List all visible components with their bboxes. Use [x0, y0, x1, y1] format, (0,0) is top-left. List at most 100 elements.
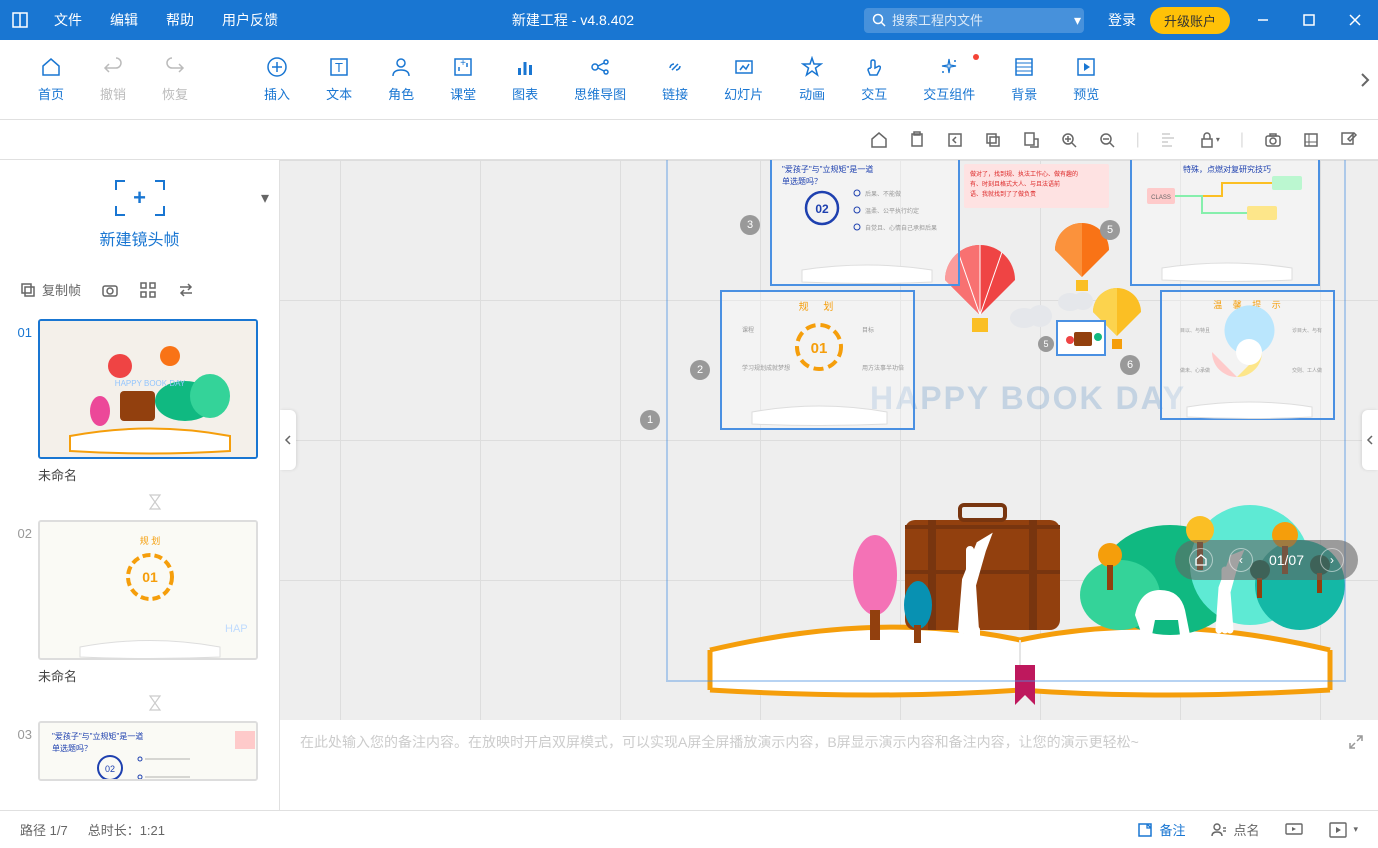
main-toolbar: 首页 撤销 恢复 插入 T 文本 角色 + 课堂 图表 — [0, 40, 1378, 120]
role-label: 角色 — [388, 84, 414, 103]
background-button[interactable]: 背景 — [993, 50, 1055, 109]
named-toggle[interactable]: 点名 — [1211, 820, 1259, 839]
interaction-button[interactable]: 交互 — [843, 50, 905, 109]
new-frame-button[interactable]: + 新建镜头帧 — [0, 160, 279, 270]
presentation-view-button[interactable] — [1285, 822, 1303, 838]
animation-button[interactable]: 动画 — [781, 50, 843, 109]
notes-placeholder: 在此处输入您的备注内容。在放映时开启双屏模式，可以实现A屏全屏播放演示内容，B屏… — [300, 734, 1139, 750]
text-icon: T — [328, 56, 350, 78]
redo-button[interactable]: 恢复 — [144, 50, 206, 109]
chart-label: 图表 — [512, 84, 538, 103]
page-home-button[interactable] — [1189, 548, 1213, 572]
minimize-button[interactable] — [1240, 0, 1286, 40]
frame-num: 1 — [640, 410, 660, 430]
mindmap-button[interactable]: 思维导图 — [556, 50, 644, 109]
slide-thumbnail[interactable]: HAPPY BOOK DAY — [38, 319, 258, 459]
link-icon — [664, 56, 686, 78]
canvas-content: HAPPY BOOK DAY — [480, 160, 1358, 700]
preview-button[interactable]: 预览 — [1055, 50, 1117, 109]
slide-item[interactable]: 02 01 规 划 HAP 未命名 — [8, 520, 271, 685]
page-next-button[interactable]: › — [1320, 548, 1344, 572]
new-frame-dropdown[interactable]: ▾ — [261, 188, 269, 208]
hourglass-icon — [38, 494, 271, 510]
role-button[interactable]: 角色 — [370, 50, 432, 109]
snapshot-button[interactable] — [101, 281, 119, 299]
collapse-left-button[interactable] — [280, 410, 296, 470]
svg-text:T: T — [335, 60, 343, 75]
home-button[interactable]: 首页 — [20, 50, 82, 109]
slide-num: 03 — [8, 721, 32, 781]
slide-thumbnail[interactable]: 01 规 划 HAP — [38, 520, 258, 660]
new-frame-label: 新建镜头帧 — [99, 226, 179, 250]
home-small-icon[interactable] — [870, 131, 888, 149]
login-button[interactable]: 登录 — [1094, 10, 1150, 30]
crop-icon[interactable] — [1302, 131, 1320, 149]
back-icon[interactable] — [946, 131, 964, 149]
expand-notes-icon[interactable] — [1348, 734, 1364, 750]
edit-icon[interactable] — [1340, 131, 1358, 149]
named-label: 点名 — [1233, 820, 1259, 839]
slide-item[interactable]: 01 HAPPY BOOK DAY — [8, 319, 271, 484]
slide-num: 01 — [8, 319, 32, 484]
copy-icon[interactable] — [984, 131, 1002, 149]
menu-file[interactable]: 文件 — [40, 0, 96, 40]
play-button[interactable]: ▾ — [1329, 822, 1358, 838]
slides-list: 01 HAPPY BOOK DAY — [0, 309, 279, 810]
lock-icon[interactable]: ▾ — [1198, 131, 1220, 149]
link-label: 链接 — [662, 84, 688, 103]
clipboard-icon[interactable] — [908, 131, 926, 149]
collapse-right-button[interactable] — [1362, 410, 1378, 470]
interaction-label: 交互 — [861, 84, 887, 103]
page-prev-button[interactable]: ‹ — [1229, 548, 1253, 572]
star-icon — [801, 56, 823, 78]
svg-text:HAP: HAP — [225, 623, 248, 635]
copy-frame-button[interactable]: 复制帧 — [20, 280, 81, 299]
search-box[interactable]: ▾ — [864, 8, 1084, 33]
slideshow-button[interactable]: 幻灯片 — [706, 50, 781, 109]
swap-button[interactable] — [177, 281, 195, 299]
zoom-in-icon[interactable] — [1060, 131, 1078, 149]
menu-help[interactable]: 帮助 — [152, 0, 208, 40]
page-counter: 01/07 — [1269, 552, 1304, 568]
component-button[interactable]: 交互组件 — [905, 50, 993, 109]
maximize-button[interactable] — [1286, 0, 1332, 40]
mindmap-icon — [589, 56, 611, 78]
toolbar-more-icon[interactable] — [1360, 72, 1370, 88]
slideshow-icon — [733, 56, 755, 78]
menu-edit[interactable]: 编辑 — [96, 0, 152, 40]
text-button[interactable]: T 文本 — [308, 50, 370, 109]
notes-toggle[interactable]: 备注 — [1137, 820, 1185, 839]
upgrade-button[interactable]: 升级账户 — [1150, 7, 1230, 34]
chevron-down-icon[interactable]: ▾ — [1074, 12, 1081, 29]
qr-button[interactable] — [139, 281, 157, 299]
align-icon[interactable] — [1160, 131, 1178, 149]
insert-button[interactable]: 插入 — [246, 50, 308, 109]
slide-item[interactable]: 03 "爱孩子"与"立规矩"是一道 单选题吗？ 02 — [8, 721, 271, 781]
close-button[interactable] — [1332, 0, 1378, 40]
redo-label: 恢复 — [162, 84, 188, 103]
paste-icon[interactable] — [1022, 131, 1040, 149]
play-icon — [1075, 56, 1097, 78]
zoom-out-icon[interactable] — [1098, 131, 1116, 149]
copy-frame-label: 复制帧 — [42, 280, 81, 299]
menu-feedback[interactable]: 用户反馈 — [208, 0, 292, 40]
camera-icon[interactable] — [1264, 131, 1282, 149]
svg-text:+: + — [460, 58, 466, 69]
search-input[interactable] — [892, 13, 1068, 28]
plus-circle-icon — [266, 56, 288, 78]
svg-text:单选题吗？: 单选题吗？ — [52, 743, 92, 753]
svg-text:规 划: 规 划 — [140, 535, 161, 546]
total-time: 总时长：1:21 — [88, 820, 165, 839]
classroom-icon: + — [452, 56, 474, 78]
chart-button[interactable]: 图表 — [494, 50, 556, 109]
main-frame-border — [666, 160, 1346, 682]
notes-area[interactable]: 在此处输入您的备注内容。在放映时开启双屏模式，可以实现A屏全屏播放演示内容，B屏… — [280, 720, 1378, 810]
link-button[interactable]: 链接 — [644, 50, 706, 109]
search-icon — [872, 13, 886, 27]
canvas-viewport[interactable]: HAPPY BOOK DAY — [280, 160, 1378, 720]
undo-button[interactable]: 撤销 — [82, 50, 144, 109]
classroom-button[interactable]: + 课堂 — [432, 50, 494, 109]
slide-thumbnail[interactable]: "爱孩子"与"立规矩"是一道 单选题吗？ 02 — [38, 721, 258, 781]
frame-tools: 复制帧 — [0, 270, 279, 309]
text-label: 文本 — [326, 84, 352, 103]
